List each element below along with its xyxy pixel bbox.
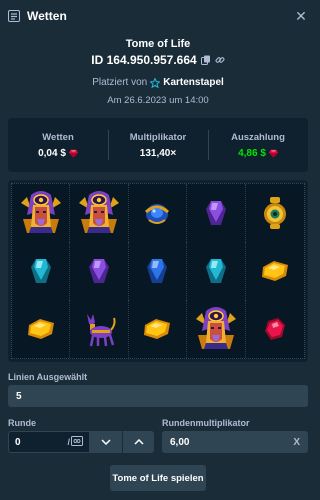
blue-scarab-icon	[141, 198, 173, 228]
round-control: 0 /	[8, 431, 154, 453]
yellow-gem-icon	[142, 317, 172, 341]
copy-icon[interactable]	[200, 55, 211, 65]
jackal-statue-icon	[81, 310, 117, 348]
reel-cell	[12, 300, 71, 358]
infinity-icon	[71, 436, 83, 448]
star-icon	[150, 77, 161, 88]
purple-gem-icon	[88, 258, 110, 284]
round-decrement-button[interactable]	[90, 431, 122, 453]
wager-value-row: 0,04 $	[38, 148, 78, 159]
reel-cell	[246, 242, 304, 300]
wager-value: 0,04 $	[38, 147, 66, 159]
payout-value: 4,86 $	[238, 147, 266, 159]
blue-gem-icon	[146, 258, 168, 284]
placed-by-label: Platziert von	[92, 77, 148, 88]
bet-id: ID 164.950.957.664	[91, 53, 197, 67]
pharaoh-wild-icon	[17, 189, 65, 237]
pharaoh-wild-icon	[75, 189, 123, 237]
teal-gem-icon	[205, 258, 227, 284]
reel-cell	[70, 242, 129, 300]
reel-cell	[187, 184, 246, 242]
reel-cell	[129, 300, 188, 358]
payout-label: Auszahlung	[231, 131, 285, 143]
reel-cell	[246, 184, 304, 242]
placed-by-source[interactable]: Kartenstapel	[163, 77, 224, 88]
slot-reels	[8, 180, 308, 362]
reel-cell	[12, 184, 71, 242]
reel-cell	[70, 184, 129, 242]
round-multiplier-label: Rundenmultiplikator	[162, 418, 250, 428]
wager-label: Wetten	[42, 131, 74, 143]
reel-cell	[129, 242, 188, 300]
reel-cell	[246, 300, 304, 358]
purple-gem-icon	[205, 200, 227, 226]
round-multiplier-value: 6,00	[170, 436, 190, 448]
golden-eye-icon	[262, 196, 288, 230]
reel-cell	[70, 300, 129, 358]
round-total: /	[67, 436, 83, 448]
reel-cell	[187, 300, 246, 358]
reel-grid	[11, 183, 305, 359]
bet-id-row: ID 164.950.957.664	[0, 53, 316, 67]
lines-label: Linien Ausgewählt	[8, 372, 88, 382]
close-icon[interactable]: ✕	[294, 8, 308, 25]
reel-cell	[187, 242, 246, 300]
ruby-gem-icon	[68, 149, 78, 158]
lines-value: 5	[16, 390, 22, 402]
chevron-down-icon	[101, 439, 111, 445]
round-separator: /	[67, 437, 70, 447]
teal-gem-icon	[30, 258, 52, 284]
multiplier-label: Multiplikator	[129, 131, 187, 143]
reel-cell	[12, 242, 71, 300]
ruby-gem-icon	[268, 149, 278, 158]
bet-date: Am 26.6.2023 um 14:00	[107, 95, 209, 106]
payout-value-row: 4,86 $	[238, 148, 278, 159]
clear-button[interactable]: X	[293, 437, 300, 448]
payout-stat: Auszahlung 4,86 $	[208, 118, 308, 172]
round-label: Runde	[8, 418, 36, 428]
pharaoh-wild-icon	[192, 305, 240, 353]
play-game-button[interactable]: Tome of Life spielen	[110, 465, 206, 491]
chevron-up-icon	[133, 439, 144, 445]
round-multiplier-input[interactable]: 6,00 X	[162, 431, 308, 453]
wager-stat: Wetten 0,04 $	[8, 118, 108, 172]
placed-by-row: Platziert von Kartenstapel	[0, 77, 316, 88]
round-value: 0	[15, 436, 21, 448]
game-name[interactable]: Tome of Life	[0, 38, 316, 50]
bet-stats-panel: Wetten 0,04 $ Multiplikator 131,40× Ausz…	[8, 118, 308, 172]
yellow-gem-icon	[26, 317, 56, 341]
bet-slip-icon	[8, 10, 20, 22]
modal-header: Wetten ✕	[0, 0, 316, 32]
link-icon[interactable]	[215, 55, 225, 65]
round-increment-button[interactable]	[122, 431, 154, 453]
reel-cell	[129, 184, 188, 242]
red-gem-icon	[264, 317, 286, 341]
round-input[interactable]: 0 /	[8, 431, 90, 453]
multiplier-stat: Multiplikator 131,40×	[108, 118, 208, 172]
multiplier-value: 131,40×	[139, 147, 177, 159]
modal-title: Wetten	[27, 9, 67, 23]
yellow-gem-icon	[260, 259, 290, 283]
lines-input[interactable]: 5	[8, 385, 308, 407]
